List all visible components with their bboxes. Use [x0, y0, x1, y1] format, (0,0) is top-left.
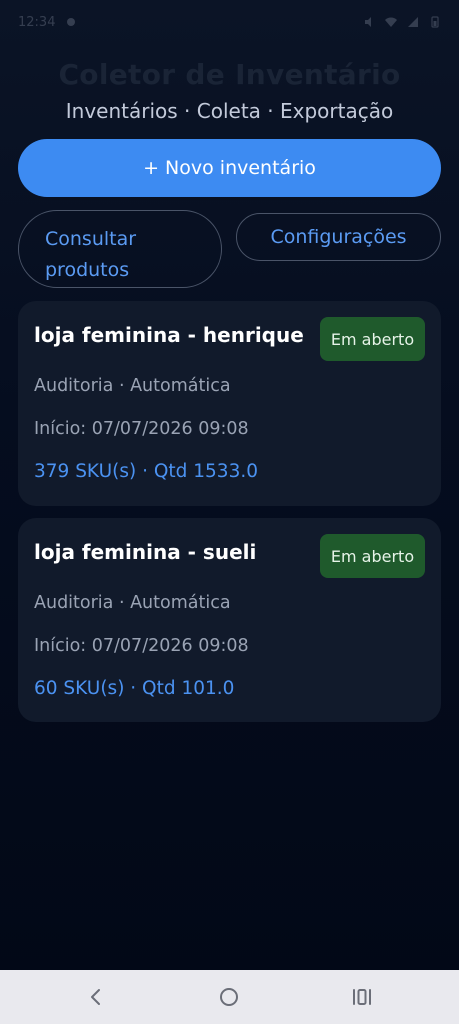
status-time: 12:34 — [18, 14, 56, 30]
status-bar: 12:34 — [0, 0, 459, 44]
inventory-start-date: Início: 07/07/2026 09:08 — [34, 419, 249, 439]
recent-apps-button[interactable] — [342, 980, 382, 1014]
back-button[interactable] — [76, 980, 116, 1014]
settings-button[interactable]: Configurações — [236, 213, 441, 261]
wifi-icon — [385, 17, 397, 27]
recent-apps-icon — [353, 989, 371, 1005]
inventory-card[interactable]: loja feminina - sueli Em aberto Auditori… — [18, 518, 441, 722]
inventory-title: loja feminina - sueli — [34, 540, 257, 564]
inventory-stats: 379 SKU(s) · Qtd 1533.0 — [34, 461, 258, 482]
app-title: Coletor de Inventário — [58, 58, 401, 91]
inventory-stats: 60 SKU(s) · Qtd 101.0 — [34, 678, 235, 699]
battery-icon — [431, 16, 439, 28]
inventory-start-date: Início: 07/07/2026 09:08 — [34, 636, 249, 656]
status-badge: Em aberto — [320, 317, 425, 361]
inventory-meta: Auditoria · Automática — [34, 593, 231, 613]
inventory-card[interactable]: loja feminina - henrique Em aberto Audit… — [18, 301, 441, 506]
back-icon — [91, 989, 100, 1005]
app-screen: 12:34 Coletor de Inventário Inventários … — [0, 0, 459, 1024]
status-bar-right — [363, 16, 441, 28]
home-button[interactable] — [209, 980, 249, 1014]
signal-icon — [408, 17, 418, 27]
home-icon — [220, 988, 238, 1006]
consult-products-button[interactable]: Consultar produtos — [18, 210, 222, 288]
notification-icon — [67, 18, 76, 26]
new-inventory-button[interactable]: + Novo inventário — [18, 139, 441, 197]
inventory-title: loja feminina - henrique — [34, 323, 304, 347]
silent-icon — [365, 17, 371, 27]
status-badge: Em aberto — [320, 534, 425, 578]
status-bar-left: 12:34 — [18, 15, 77, 30]
app-subtitle: Inventários · Coleta · Exportação — [65, 99, 394, 123]
system-navigation-bar — [0, 970, 459, 1024]
inventory-meta: Auditoria · Automática — [34, 376, 231, 396]
